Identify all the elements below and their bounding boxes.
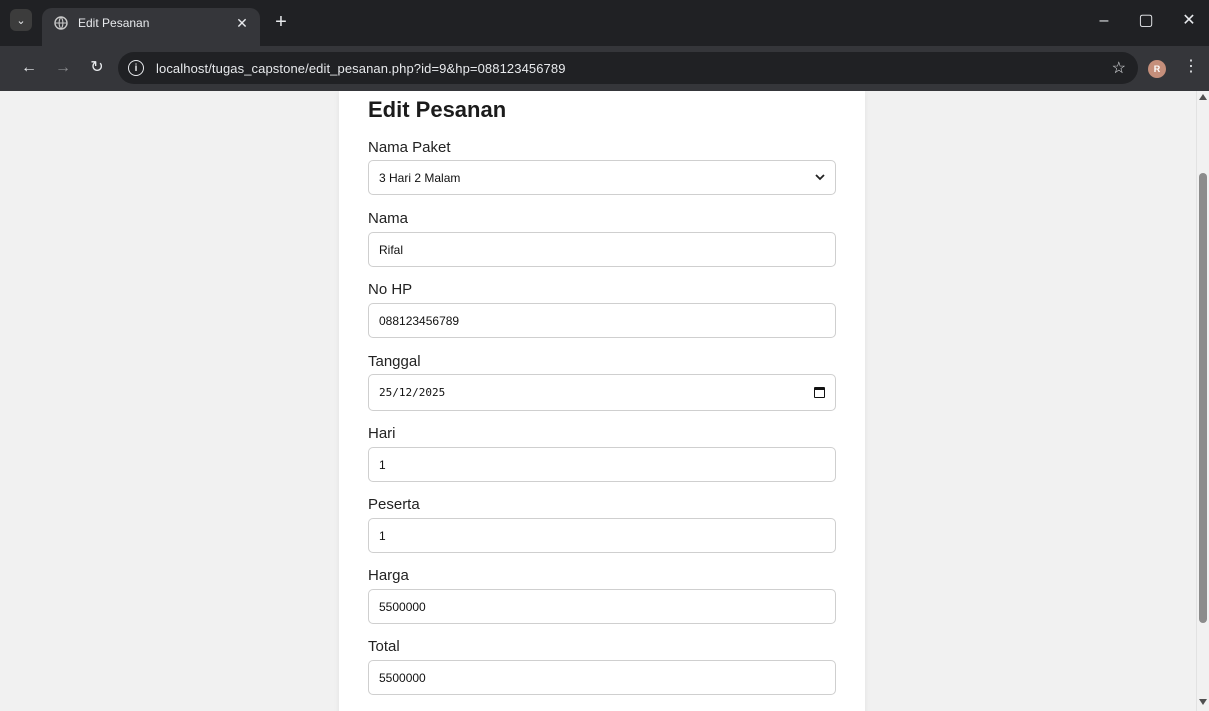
harga-label: Harga: [368, 567, 409, 584]
globe-icon: [54, 16, 68, 30]
page-title: Edit Pesanan: [368, 97, 507, 122]
hari-label: Hari: [368, 425, 396, 442]
window-close-button[interactable]: ✕: [1177, 12, 1201, 30]
avatar[interactable]: R: [1148, 60, 1166, 78]
edit-form-card: Edit Pesanan Nama Paket 3 Hari 2 Malam N…: [339, 91, 865, 711]
no-hp-label: No HP: [368, 281, 413, 298]
peserta-label: Peserta: [368, 496, 420, 513]
forward-arrow-icon: →: [55, 59, 71, 76]
minimize-icon: –: [1099, 12, 1109, 29]
browser-tab-strip: ⌄ Edit Pesanan ✕ + – ▢ ✕: [0, 0, 1209, 46]
close-icon[interactable]: ✕: [234, 15, 250, 32]
nama-value: Rifal: [379, 242, 404, 257]
scrollbar-thumb[interactable]: [1199, 173, 1207, 623]
restore-icon: ▢: [1138, 12, 1154, 29]
url-text[interactable]: localhost/tugas_capstone/edit_pesanan.ph…: [156, 61, 566, 76]
tab-search-button[interactable]: ⌄: [10, 9, 32, 31]
tanggal-date-input[interactable]: 25/12/2025: [368, 374, 836, 411]
address-bar[interactable]: i localhost/tugas_capstone/edit_pesanan.…: [118, 52, 1138, 84]
page-scrollbar[interactable]: [1196, 91, 1209, 711]
harga-input[interactable]: 5500000: [368, 589, 836, 624]
restore-button[interactable]: ▢: [1134, 12, 1158, 30]
nama-label: Nama: [368, 210, 409, 227]
window-close-icon: ✕: [1182, 12, 1196, 29]
harga-value: 5500000: [379, 599, 426, 614]
no-hp-input[interactable]: 088123456789: [368, 303, 836, 338]
minimize-button[interactable]: –: [1092, 12, 1116, 30]
nama-paket-value: 3 Hari 2 Malam: [379, 170, 461, 185]
total-label: Total: [368, 638, 400, 655]
tanggal-value: 25/12/2025: [379, 386, 446, 399]
browser-tab[interactable]: Edit Pesanan ✕: [42, 8, 260, 46]
total-value: 5500000: [379, 670, 426, 685]
info-icon[interactable]: i: [128, 60, 144, 76]
chevron-down-icon: [815, 172, 825, 184]
scroll-up-arrow-icon[interactable]: [1199, 94, 1207, 100]
peserta-value: 1: [379, 528, 386, 543]
tab-title: Edit Pesanan: [78, 16, 150, 30]
page-viewport: Edit Pesanan Nama Paket 3 Hari 2 Malam N…: [0, 91, 1196, 711]
peserta-input[interactable]: 1: [368, 518, 836, 553]
browser-toolbar: ← → ↻ i localhost/tugas_capstone/edit_pe…: [0, 46, 1209, 91]
nama-paket-label: Nama Paket: [368, 139, 451, 156]
kebab-menu-icon[interactable]: ⋮: [1183, 57, 1199, 77]
tanggal-label: Tanggal: [368, 353, 421, 370]
plus-icon: +: [275, 11, 287, 33]
forward-button[interactable]: →: [52, 58, 74, 78]
new-tab-button[interactable]: +: [270, 12, 292, 32]
nama-input[interactable]: Rifal: [368, 232, 836, 267]
back-arrow-icon: ←: [21, 59, 37, 76]
calendar-icon[interactable]: [814, 387, 825, 398]
reload-button[interactable]: ↻: [86, 58, 108, 78]
reload-icon: ↻: [90, 59, 104, 76]
nama-paket-select[interactable]: 3 Hari 2 Malam: [368, 160, 836, 195]
back-button[interactable]: ←: [18, 58, 40, 78]
scroll-down-arrow-icon[interactable]: [1199, 699, 1207, 705]
no-hp-value: 088123456789: [379, 313, 460, 328]
total-input[interactable]: 5500000: [368, 660, 836, 695]
hari-input[interactable]: 1: [368, 447, 836, 482]
hari-value: 1: [379, 457, 386, 472]
chevron-down-icon: ⌄: [16, 14, 26, 27]
star-icon[interactable]: ☆: [1112, 58, 1126, 78]
